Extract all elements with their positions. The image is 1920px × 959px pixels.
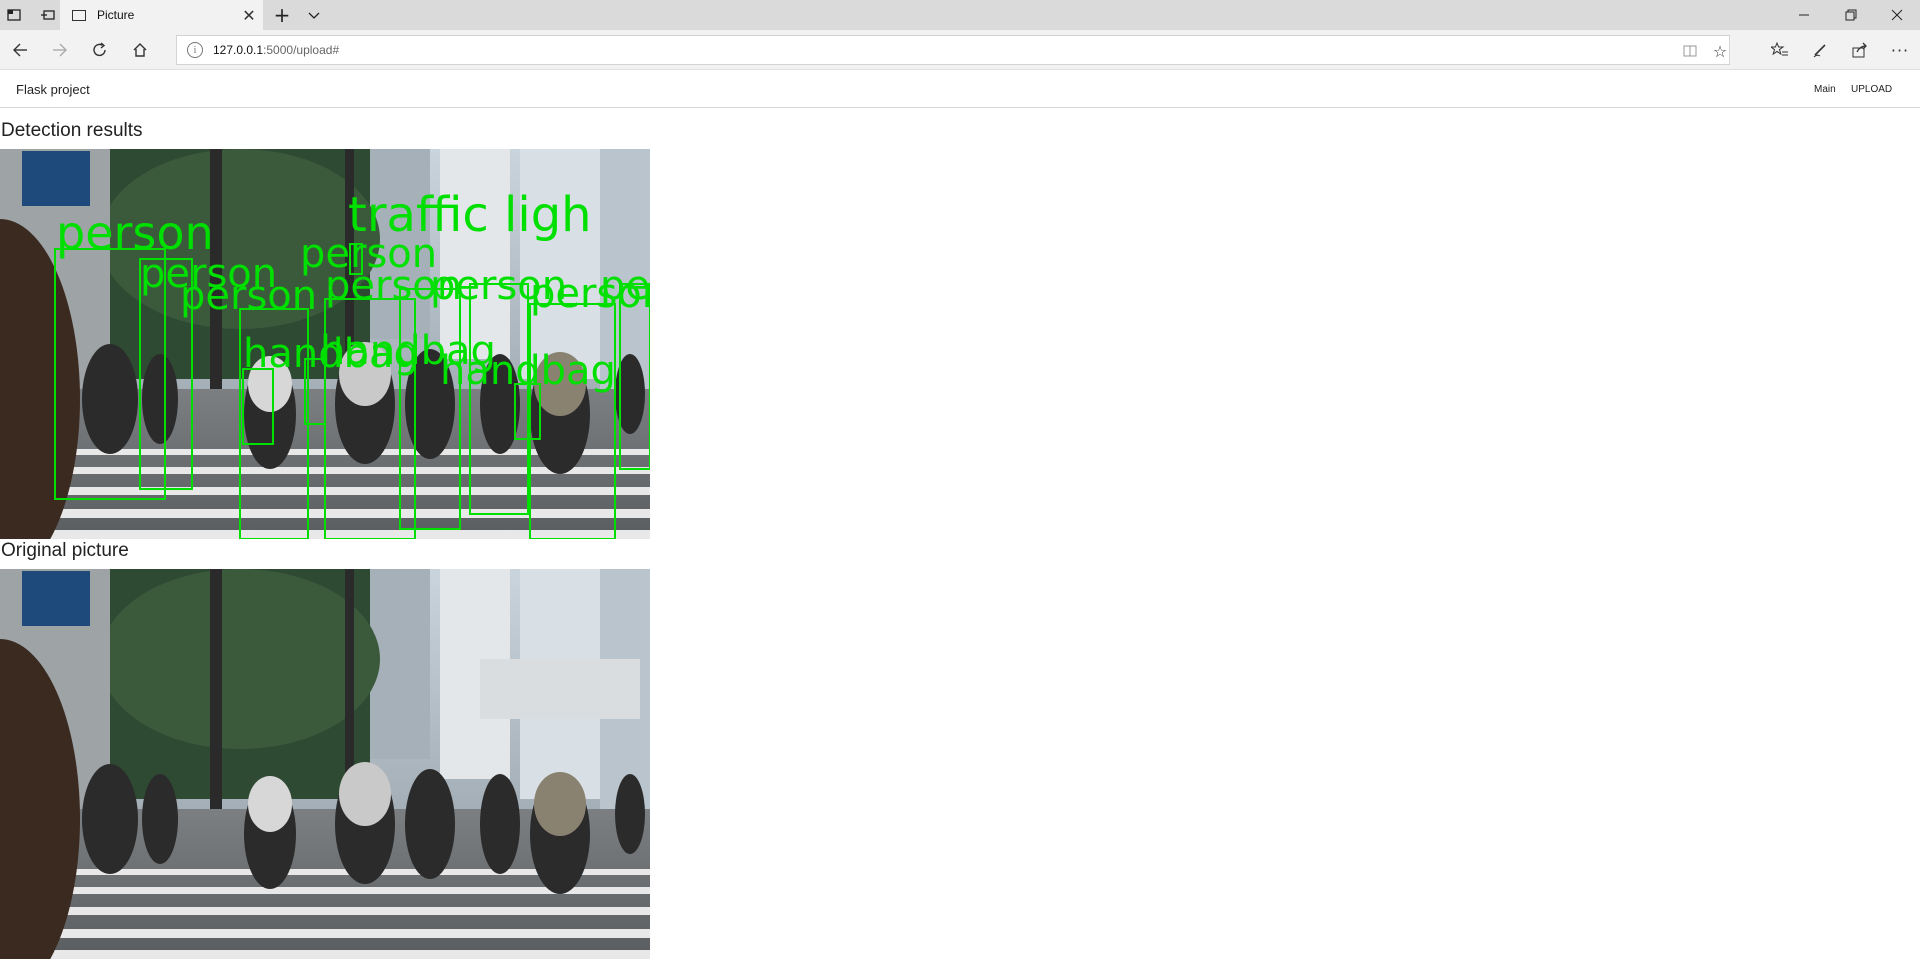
browser-toolbar: i 127.0.0.1:5000/upload# ☆ ··· [0,30,1920,70]
tab-strip: Picture ✕ + [0,0,1920,30]
menu-link-upload[interactable]: UPLOAD [1851,84,1892,95]
pen-icon[interactable] [1800,30,1840,70]
page-icon [72,9,86,21]
detection-label: person [600,263,650,309]
address-bar[interactable]: i 127.0.0.1:5000/upload# ☆ [176,35,1730,65]
url-host: 127.0.0.1 [213,43,264,57]
restore-icon[interactable] [1828,0,1874,30]
reading-view-icon[interactable] [1675,36,1705,66]
tab-actions-icon[interactable] [2,0,26,30]
refresh-icon[interactable] [80,30,120,70]
forward-arrow-icon[interactable] [40,30,80,70]
close-tab-icon[interactable]: ✕ [235,6,263,25]
plus-icon[interactable]: + [270,0,294,30]
detection-result-image: person traffic ligh person person person… [0,149,650,539]
detection-label: person [180,273,317,319]
chevron-down-icon[interactable] [302,0,326,30]
share-icon[interactable] [1840,30,1880,70]
info-icon[interactable]: i [187,42,203,58]
active-tab[interactable]: Picture ✕ [60,0,263,30]
favorites-hub-icon[interactable] [1760,30,1800,70]
street-scene-graphic [0,569,650,959]
detection-results-heading: Detection results [1,120,143,141]
site-brand[interactable]: Flask project [16,82,90,97]
close-icon[interactable] [1874,0,1920,30]
more-icon[interactable]: ··· [1880,30,1920,70]
minimize-icon[interactable] [1781,0,1827,30]
home-icon[interactable] [120,30,160,70]
back-arrow-icon[interactable] [0,30,40,70]
detection-label: handbag [440,348,616,394]
menu-link-main[interactable]: Main [1814,84,1836,95]
site-navbar: Flask project Main UPLOAD [0,71,1920,108]
set-aside-tabs-icon[interactable] [36,0,60,30]
tab-title: Picture [97,8,135,22]
star-icon[interactable]: ☆ [1705,36,1735,66]
original-picture-image [0,569,650,959]
original-picture-heading: Original picture [1,540,129,561]
url-path: :5000/upload# [263,43,340,57]
